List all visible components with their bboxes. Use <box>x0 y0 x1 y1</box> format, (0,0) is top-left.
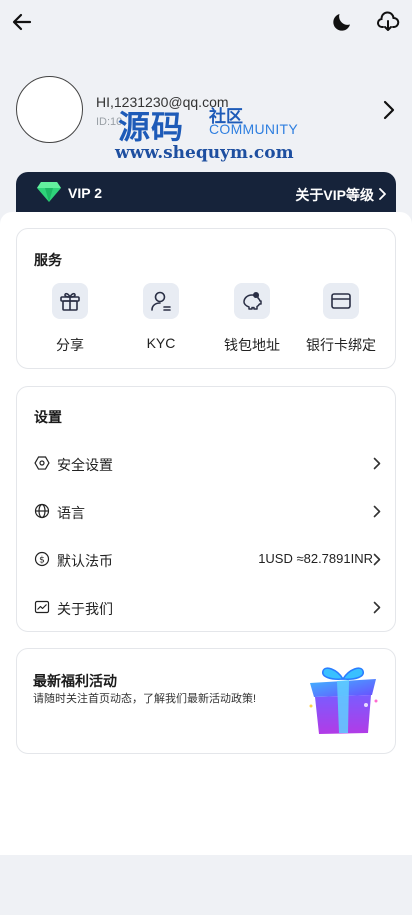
currency-value: 1USD ≈82.7891INR <box>258 551 373 566</box>
avatar[interactable] <box>16 76 83 143</box>
cloud-download-icon[interactable] <box>376 10 400 34</box>
chevron-right-icon <box>373 553 381 566</box>
user-id: ID:10 <box>96 116 123 128</box>
settings-row-label: 关于我们 <box>57 601 113 617</box>
gift-box-illustration <box>309 667 378 734</box>
services-card: 服务 分享 KYC 钱包地址 银行卡绑定 <box>16 228 396 369</box>
service-share[interactable]: 分享 <box>25 283 115 355</box>
service-bank-card[interactable]: 银行卡绑定 <box>296 283 386 355</box>
piggy-bank-icon <box>243 292 262 310</box>
user-greeting: HI,1231230@qq.com <box>96 94 229 110</box>
settings-row-language[interactable]: 语言 <box>17 495 397 527</box>
promo-title: 最新福利活动 <box>33 673 117 689</box>
service-label: 分享 <box>56 337 84 353</box>
vip-level: VIP 2 <box>68 185 102 201</box>
info-chart-icon <box>34 600 50 614</box>
service-label: KYC <box>146 335 176 351</box>
chevron-right-icon <box>379 188 386 200</box>
services-title: 服务 <box>34 252 62 268</box>
chevron-right-icon <box>373 601 381 614</box>
chevron-right-icon[interactable] <box>382 100 396 120</box>
watermark-url: www.shequym.com <box>115 143 294 163</box>
about-vip-link[interactable]: 关于VIP等级 <box>295 185 374 205</box>
promo-card[interactable]: 最新福利活动 请随时关注首页动态，了解我们最新活动政策! <box>16 648 396 754</box>
svg-text:$: $ <box>39 556 45 566</box>
bank-card-icon <box>331 293 351 309</box>
dark-mode-moon-icon[interactable] <box>330 10 354 34</box>
settings-row-label: 安全设置 <box>57 457 113 473</box>
diamond-icon <box>37 182 61 202</box>
settings-row-about[interactable]: 关于我们 <box>17 591 397 623</box>
service-kyc[interactable]: KYC <box>116 283 206 351</box>
settings-card: 设置 安全设置 语言 $ 默认法币 1USD ≈82.7891INR 关于我们 <box>16 386 396 632</box>
settings-title: 设置 <box>34 409 62 425</box>
user-verify-icon <box>151 291 171 311</box>
chevron-right-icon <box>373 457 381 470</box>
service-label: 钱包地址 <box>224 337 280 353</box>
service-label: 银行卡绑定 <box>306 337 376 353</box>
top-bar <box>0 0 412 44</box>
globe-icon <box>34 503 50 519</box>
settings-row-label: 默认法币 <box>57 553 113 569</box>
settings-row-security[interactable]: 安全设置 <box>17 447 397 479</box>
profile-header[interactable]: HI,1231230@qq.com ID:10 <box>16 76 412 144</box>
back-arrow-icon[interactable] <box>10 10 34 34</box>
settings-row-currency[interactable]: $ 默认法币 1USD ≈82.7891INR <box>17 543 397 575</box>
promo-description: 请随时关注首页动态，了解我们最新活动政策! <box>33 693 257 705</box>
shield-hex-icon <box>34 456 50 470</box>
service-wallet-address[interactable]: 钱包地址 <box>207 283 297 355</box>
dollar-coin-icon: $ <box>34 551 50 567</box>
gift-box-icon <box>60 292 80 311</box>
settings-row-label: 语言 <box>57 505 85 521</box>
chevron-right-icon <box>373 505 381 518</box>
vip-banner[interactable]: VIP 2 关于VIP等级 <box>16 172 396 216</box>
